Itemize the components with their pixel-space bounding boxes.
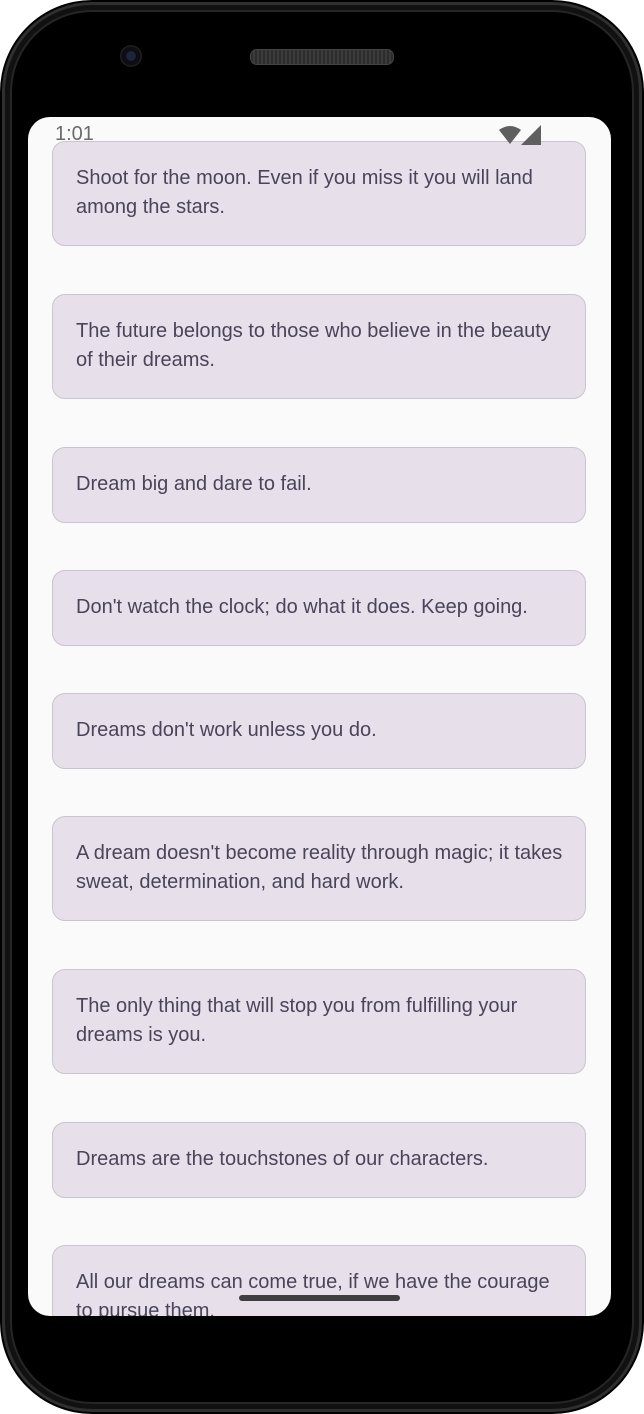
quote-text: A dream doesn't become reality through m…: [76, 842, 563, 893]
quote-text: The future belongs to those who believe …: [76, 320, 551, 371]
quote-card[interactable]: Don't watch the clock; do what it does. …: [52, 570, 586, 646]
quote-card[interactable]: Shoot for the moon. Even if you miss it …: [52, 141, 586, 246]
status-icons: [499, 125, 549, 145]
status-time: 1:01: [55, 123, 94, 145]
quote-card[interactable]: A dream doesn't become reality through m…: [52, 816, 586, 921]
quote-text: The only thing that will stop you from f…: [76, 995, 518, 1046]
quote-text: Dreams don't work unless you do.: [76, 719, 377, 741]
wifi-icon: [499, 126, 521, 144]
status-bar: 1:01: [28, 117, 611, 151]
cell-signal-icon: [521, 125, 541, 145]
quote-card[interactable]: Dream big and dare to fail.: [52, 447, 586, 523]
quote-card[interactable]: The future belongs to those who believe …: [52, 294, 586, 399]
home-gesture-bar[interactable]: [239, 1295, 400, 1301]
quote-text: Dream big and dare to fail.: [76, 473, 312, 495]
phone-device-frame: Shoot for the moon. Even if you miss it …: [0, 0, 644, 1414]
quote-card[interactable]: Dreams are the touchstones of our charac…: [52, 1122, 586, 1198]
quote-card[interactable]: All our dreams can come true, if we have…: [52, 1245, 586, 1316]
quote-text: Shoot for the moon. Even if you miss it …: [76, 167, 533, 218]
earpiece-speaker: [250, 49, 394, 65]
quote-text: Don't watch the clock; do what it does. …: [76, 596, 528, 618]
front-camera: [120, 45, 142, 67]
quote-card[interactable]: Dreams don't work unless you do.: [52, 693, 586, 769]
quote-text: All our dreams can come true, if we have…: [76, 1271, 550, 1316]
app-screen: Shoot for the moon. Even if you miss it …: [28, 117, 611, 1316]
quote-text: Dreams are the touchstones of our charac…: [76, 1148, 489, 1170]
quote-card[interactable]: The only thing that will stop you from f…: [52, 969, 586, 1074]
